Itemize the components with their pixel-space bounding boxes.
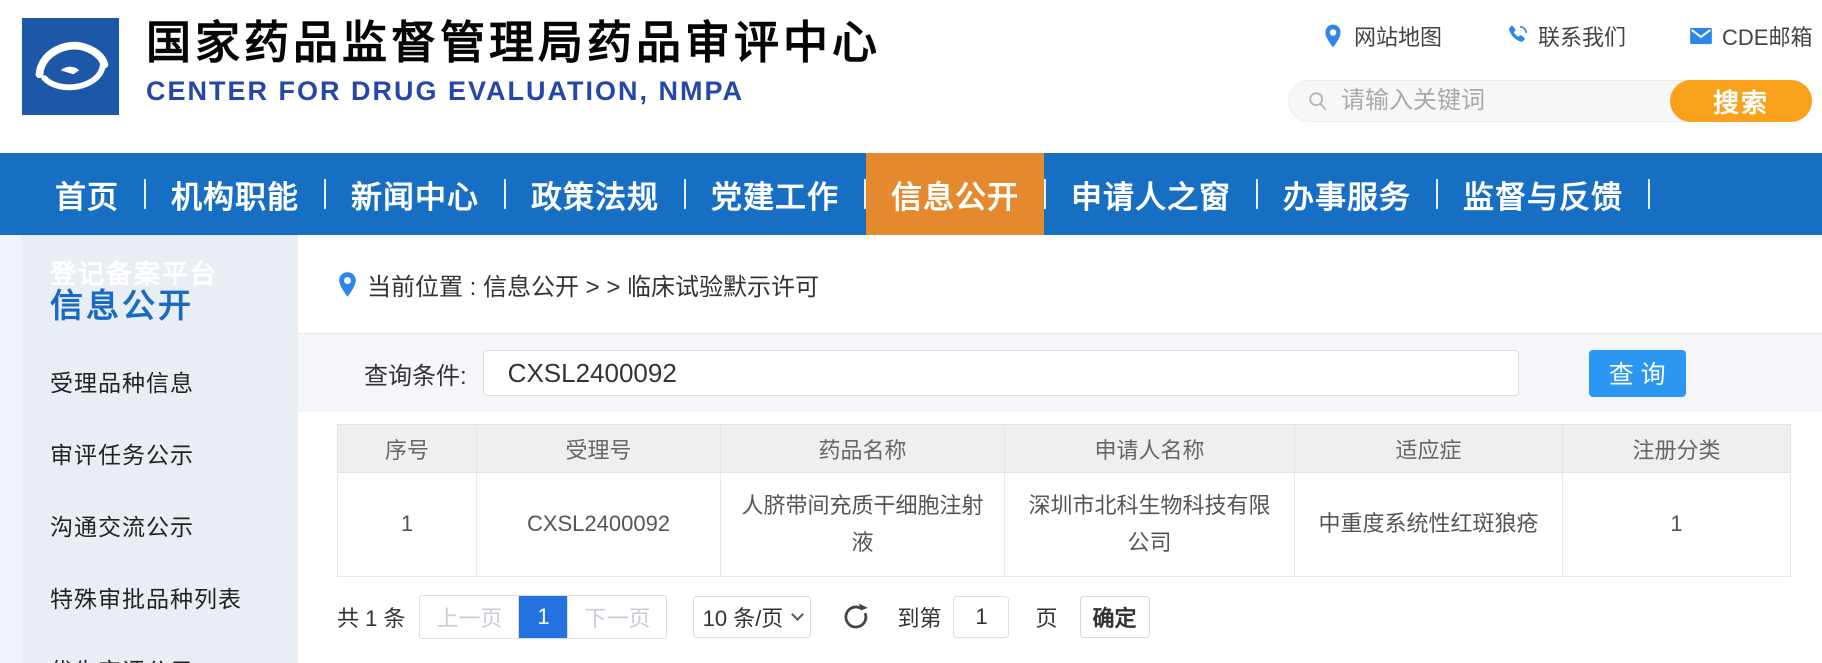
prev-page-button[interactable]: 上一页 <box>420 596 518 638</box>
sidebar-item-审评任务公示[interactable]: 审评任务公示 <box>0 417 298 489</box>
sidebar-item-受理品种信息[interactable]: 受理品种信息 <box>0 345 298 417</box>
nav-item-党建工作[interactable]: 党建工作 <box>686 153 864 235</box>
nav-item-首页[interactable]: 首页 <box>30 153 144 235</box>
column-header-申请人名称: 申请人名称 <box>1005 425 1295 473</box>
body-row: 登记备案平台 信息公开 受理品种信息审评任务公示沟通交流公示特殊审批品种列表优先… <box>0 235 1822 663</box>
nav-item-新闻中心[interactable]: 新闻中心 <box>326 153 504 235</box>
sidebar-item-优先审评公示[interactable]: 优先审评公示 <box>0 633 298 663</box>
sidebar: 登记备案平台 信息公开 受理品种信息审评任务公示沟通交流公示特殊审批品种列表优先… <box>0 235 298 663</box>
table-cell: CXSL2400092 <box>477 473 721 577</box>
quick-link-网站地图[interactable]: 网站地图 <box>1320 20 1442 52</box>
nav-item-申请人之窗[interactable]: 申请人之窗 <box>1046 153 1256 235</box>
column-header-注册分类: 注册分类 <box>1563 425 1791 473</box>
nav-item-办事服务[interactable]: 办事服务 <box>1258 153 1436 235</box>
column-header-受理号: 受理号 <box>477 425 721 473</box>
table-row: 1CXSL2400092人脐带间充质干细胞注射液深圳市北科生物科技有限公司中重度… <box>338 473 1791 577</box>
quick-link-label: 联系我们 <box>1538 20 1626 52</box>
map-pin-icon <box>1320 23 1346 49</box>
search-icon <box>1307 90 1329 112</box>
column-header-适应症: 适应症 <box>1295 425 1563 473</box>
table-cell: 人脐带间充质干细胞注射液 <box>721 473 1005 577</box>
cde-logo <box>22 18 119 115</box>
current-page-button[interactable]: 1 <box>518 596 568 638</box>
nav-item-信息公开[interactable]: 信息公开 <box>866 153 1044 235</box>
table-cell: 中重度系统性红斑狼疮 <box>1295 473 1563 577</box>
refresh-icon[interactable] <box>841 602 871 632</box>
query-label: 查询条件: <box>364 356 467 391</box>
results-table: 序号受理号药品名称申请人名称适应症注册分类 1CXSL2400092人脐带间充质… <box>337 424 1791 577</box>
page-size-value: 10 条/页 <box>703 601 784 633</box>
query-form: 查询条件: 查 询 <box>298 334 1822 412</box>
site-titles: 国家药品监督管理局药品审评中心 CENTER FOR DRUG EVALUATI… <box>146 16 881 107</box>
site-subtitle: CENTER FOR DRUG EVALUATION, NMPA <box>146 76 881 107</box>
query-button[interactable]: 查 询 <box>1589 350 1686 397</box>
pager-group: 上一页 1 下一页 <box>419 595 667 639</box>
jump-page-input[interactable] <box>953 596 1009 638</box>
column-header-序号: 序号 <box>338 425 477 473</box>
sidebar-item-特殊审批品种列表[interactable]: 特殊审批品种列表 <box>0 561 298 633</box>
sidebar-menu: 受理品种信息审评任务公示沟通交流公示特殊审批品种列表优先审评公示 <box>0 345 298 663</box>
nav-separator <box>1648 179 1650 209</box>
nav-item-监督与反馈[interactable]: 监督与反馈 <box>1438 153 1648 235</box>
breadcrumb-text: 当前位置 : 信息公开 > > 临床试验默示许可 <box>367 267 819 302</box>
sidebar-section-title: 信息公开 <box>50 289 298 322</box>
mail-icon <box>1688 23 1714 49</box>
quick-link-label: CDE邮箱 <box>1722 20 1812 52</box>
site-search: 搜索 <box>1288 80 1812 122</box>
chevron-down-icon <box>791 608 804 621</box>
table-header-row: 序号受理号药品名称申请人名称适应症注册分类 <box>338 425 1791 473</box>
total-count: 共 1 条 <box>337 601 405 633</box>
query-input[interactable] <box>483 350 1519 396</box>
quick-link-CDE邮箱[interactable]: CDE邮箱 <box>1688 20 1812 52</box>
breadcrumb: 当前位置 : 信息公开 > > 临床试验默示许可 <box>298 235 1822 334</box>
quick-links: 网站地图 联系我们 CDE邮箱 <box>1320 20 1812 52</box>
page: 国家药品监督管理局药品审评中心 CENTER FOR DRUG EVALUATI… <box>0 0 1822 663</box>
table-cell: 1 <box>338 473 477 577</box>
page-size-select[interactable]: 10 条/页 <box>693 596 811 638</box>
pagination: 共 1 条 上一页 1 下一页 10 条/页 到第 页 确定 <box>337 595 1822 639</box>
jump-prefix: 到第 <box>897 601 941 633</box>
quick-link-label: 网站地图 <box>1354 20 1442 52</box>
search-button[interactable]: 搜索 <box>1670 80 1812 122</box>
confirm-button[interactable]: 确定 <box>1080 596 1150 638</box>
quick-link-联系我们[interactable]: 联系我们 <box>1504 20 1626 52</box>
main-nav: 首页机构职能新闻中心政策法规党建工作信息公开申请人之窗办事服务监督与反馈 <box>0 153 1822 235</box>
sidebar-platform-title: 登记备案平台 <box>50 261 298 287</box>
main-content: 当前位置 : 信息公开 > > 临床试验默示许可 查询条件: 查 询 序号受理号… <box>298 235 1822 663</box>
table-cell: 1 <box>1563 473 1791 577</box>
nav-item-机构职能[interactable]: 机构职能 <box>146 153 324 235</box>
next-page-button[interactable]: 下一页 <box>568 596 666 638</box>
table-cell: 深圳市北科生物科技有限公司 <box>1005 473 1295 577</box>
sidebar-item-沟通交流公示[interactable]: 沟通交流公示 <box>0 489 298 561</box>
site-title: 国家药品监督管理局药品审评中心 <box>146 16 881 70</box>
phone-icon <box>1504 23 1530 49</box>
location-pin-icon <box>337 271 358 298</box>
site-header: 国家药品监督管理局药品审评中心 CENTER FOR DRUG EVALUATI… <box>0 0 1822 153</box>
jump-suffix: 页 <box>1035 601 1057 633</box>
column-header-药品名称: 药品名称 <box>721 425 1005 473</box>
nav-item-政策法规[interactable]: 政策法规 <box>506 153 684 235</box>
